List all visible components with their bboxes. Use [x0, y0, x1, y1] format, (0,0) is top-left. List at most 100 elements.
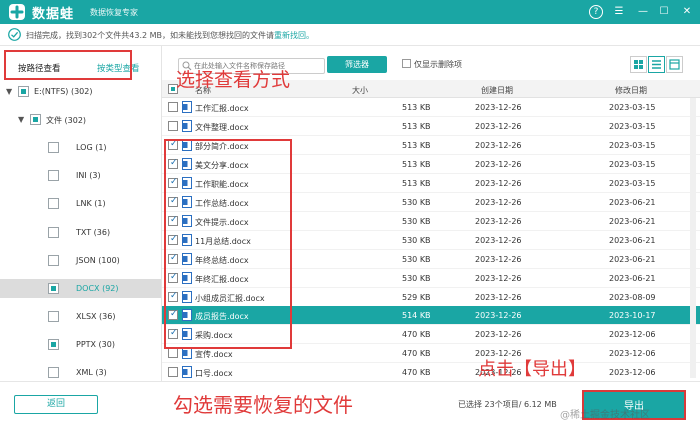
maximize-icon[interactable]: ☐ [657, 5, 671, 19]
detail-view-button[interactable] [666, 56, 683, 73]
chevron-down-icon[interactable]: ▼ [18, 115, 24, 124]
file-size: 514 KB [402, 311, 431, 321]
tree-item[interactable]: DOCX (92) [0, 278, 161, 298]
file-row[interactable]: 工作职能.docx 513 KB 2023-12-26 2023-03-15 [162, 174, 700, 193]
file-row[interactable]: 成员报告.docx 514 KB 2023-12-26 2023-10-17 [162, 306, 700, 326]
close-icon[interactable]: ✕ [680, 5, 694, 19]
help-icon[interactable]: ? [589, 5, 603, 19]
file-row-checkbox[interactable] [168, 158, 178, 169]
tree-item-label: JSON (100) [76, 255, 120, 265]
file-row[interactable]: 工作总结.docx 530 KB 2023-12-26 2023-06-21 [162, 193, 700, 212]
tab-view-by-path[interactable]: 按路径查看 [18, 62, 61, 74]
tree-item[interactable]: ▼ 文件 (302) [0, 110, 161, 129]
tree-item[interactable]: LNK (1) [0, 194, 161, 213]
file-row[interactable]: 美文分享.docx 513 KB 2023-12-26 2023-03-15 [162, 155, 700, 174]
file-list-scrollbar[interactable] [690, 98, 696, 378]
tree-item-label: TXT (36) [76, 227, 111, 237]
file-row[interactable]: 采购.docx 470 KB 2023-12-26 2023-12-06 [162, 325, 700, 345]
tree-item-checkbox[interactable] [48, 338, 59, 350]
file-row[interactable]: 部分简介.docx 513 KB 2023-12-26 2023-03-15 [162, 136, 700, 155]
tree-item-checkbox[interactable] [48, 226, 59, 238]
file-name: 口号.docx [195, 369, 233, 379]
file-row-checkbox[interactable] [168, 291, 178, 302]
file-row-checkbox[interactable] [168, 234, 178, 245]
tree-item-checkbox[interactable] [48, 142, 59, 154]
tree-item-checkbox[interactable] [48, 310, 59, 322]
file-row[interactable]: 11月总结.docx 530 KB 2023-12-26 2023-06-21 [162, 231, 700, 250]
file-row-checkbox[interactable] [168, 253, 178, 264]
grid-view-button[interactable] [630, 56, 647, 73]
tree-item[interactable]: INI (3) [0, 166, 161, 185]
list-view-button[interactable] [648, 56, 665, 73]
file-modified: 2023-06-21 [609, 235, 656, 245]
tree-item-checkbox[interactable] [30, 114, 41, 126]
column-size[interactable]: 大小 [352, 85, 368, 96]
tree-item[interactable]: TXT (36) [0, 223, 161, 242]
tree-item-label: E:(NTFS) (302) [34, 87, 93, 96]
tree-item-label: LOG (1) [76, 143, 107, 153]
only-deleted-toggle[interactable]: 仅显示删除项 [402, 59, 462, 70]
tree-item[interactable]: ▼ E:(NTFS) (302) [0, 82, 161, 101]
minimize-icon[interactable]: — [636, 5, 650, 19]
file-modified: 2023-08-09 [609, 292, 656, 302]
tree-item-checkbox[interactable] [48, 367, 59, 378]
file-row-checkbox[interactable] [168, 348, 178, 359]
menu-icon[interactable]: ☰ [612, 5, 626, 19]
only-deleted-checkbox[interactable] [402, 59, 411, 68]
file-created: 2023-12-26 [475, 273, 522, 283]
file-row[interactable]: 小组成员汇报.docx 529 KB 2023-12-26 2023-08-09 [162, 288, 700, 307]
tree-item-checkbox[interactable] [18, 86, 29, 97]
file-row-checkbox[interactable] [168, 328, 178, 340]
tree-item[interactable]: LOG (1) [0, 138, 161, 157]
tree-item[interactable]: PPTX (30) [0, 335, 161, 354]
file-created: 2023-12-26 [475, 235, 522, 245]
column-created[interactable]: 创建日期 [481, 85, 513, 96]
file-modified: 2023-12-06 [609, 330, 656, 340]
file-name: 文件提示.docx [195, 217, 249, 227]
rescan-link[interactable]: 重新找回。 [274, 31, 314, 40]
file-row-checkbox[interactable] [168, 177, 178, 188]
back-button[interactable]: 返回 [14, 395, 98, 414]
app-logo-icon [9, 4, 25, 20]
file-row[interactable]: 文件整理.docx 513 KB 2023-12-26 2023-03-15 [162, 117, 700, 136]
file-name: 工作汇报.docx [195, 104, 249, 113]
file-row[interactable]: 年终汇报.docx 530 KB 2023-12-26 2023-06-21 [162, 269, 700, 288]
file-modified: 2023-06-21 [609, 254, 656, 264]
filter-button[interactable]: 筛选器 [327, 56, 387, 73]
tree-item[interactable]: XML (3) [0, 363, 161, 382]
file-modified: 2023-12-06 [609, 349, 656, 359]
file-row[interactable]: 口号.docx 470 KB 2023-12-26 2023-12-06 [162, 363, 700, 383]
file-row[interactable]: 宣传.docx 470 KB 2023-12-26 2023-12-06 [162, 344, 700, 364]
file-created: 2023-12-26 [475, 311, 522, 321]
file-row[interactable]: 年终总结.docx 530 KB 2023-12-26 2023-06-21 [162, 250, 700, 269]
tree-item[interactable]: XLSX (36) [0, 307, 161, 326]
file-row-checkbox[interactable] [168, 272, 178, 283]
chevron-down-icon[interactable]: ▼ [6, 87, 12, 96]
tree-item-checkbox[interactable] [48, 170, 59, 182]
tree-item[interactable]: JSON (100) [0, 251, 161, 270]
word-document-icon [182, 176, 192, 189]
tree-item-checkbox[interactable] [48, 282, 59, 294]
file-row[interactable]: 文件提示.docx 530 KB 2023-12-26 2023-06-21 [162, 212, 700, 231]
file-created: 2023-12-26 [475, 216, 522, 226]
tree-item-checkbox[interactable] [48, 198, 59, 210]
file-name: 年终汇报.docx [195, 274, 249, 284]
file-size: 513 KB [402, 159, 431, 169]
annotation-choose-view: 选择查看方式 [176, 69, 291, 91]
file-row-checkbox[interactable] [168, 120, 178, 131]
tab-view-by-type[interactable]: 按类型查看 [97, 62, 140, 74]
scan-status-message: 扫描完成，找到302个文件共43.2 MB，如未能找到您想找回的文件请 [26, 31, 275, 40]
file-row-checkbox[interactable] [168, 102, 178, 112]
file-row-checkbox[interactable] [168, 309, 178, 321]
file-row-checkbox[interactable] [168, 367, 178, 378]
file-size: 529 KB [402, 292, 431, 302]
file-name: 文件整理.docx [195, 122, 249, 132]
watermark-text: @稀土掘金技术社区 [560, 410, 650, 421]
file-row-checkbox[interactable] [168, 139, 178, 150]
column-modified[interactable]: 修改日期 [615, 85, 647, 96]
file-row[interactable]: 工作汇报.docx 513 KB 2023-12-26 2023-03-15 [162, 98, 700, 117]
file-row-checkbox[interactable] [168, 196, 178, 207]
tree-item-checkbox[interactable] [48, 254, 59, 266]
file-row-checkbox[interactable] [168, 215, 178, 226]
file-modified: 2023-06-21 [609, 273, 656, 283]
